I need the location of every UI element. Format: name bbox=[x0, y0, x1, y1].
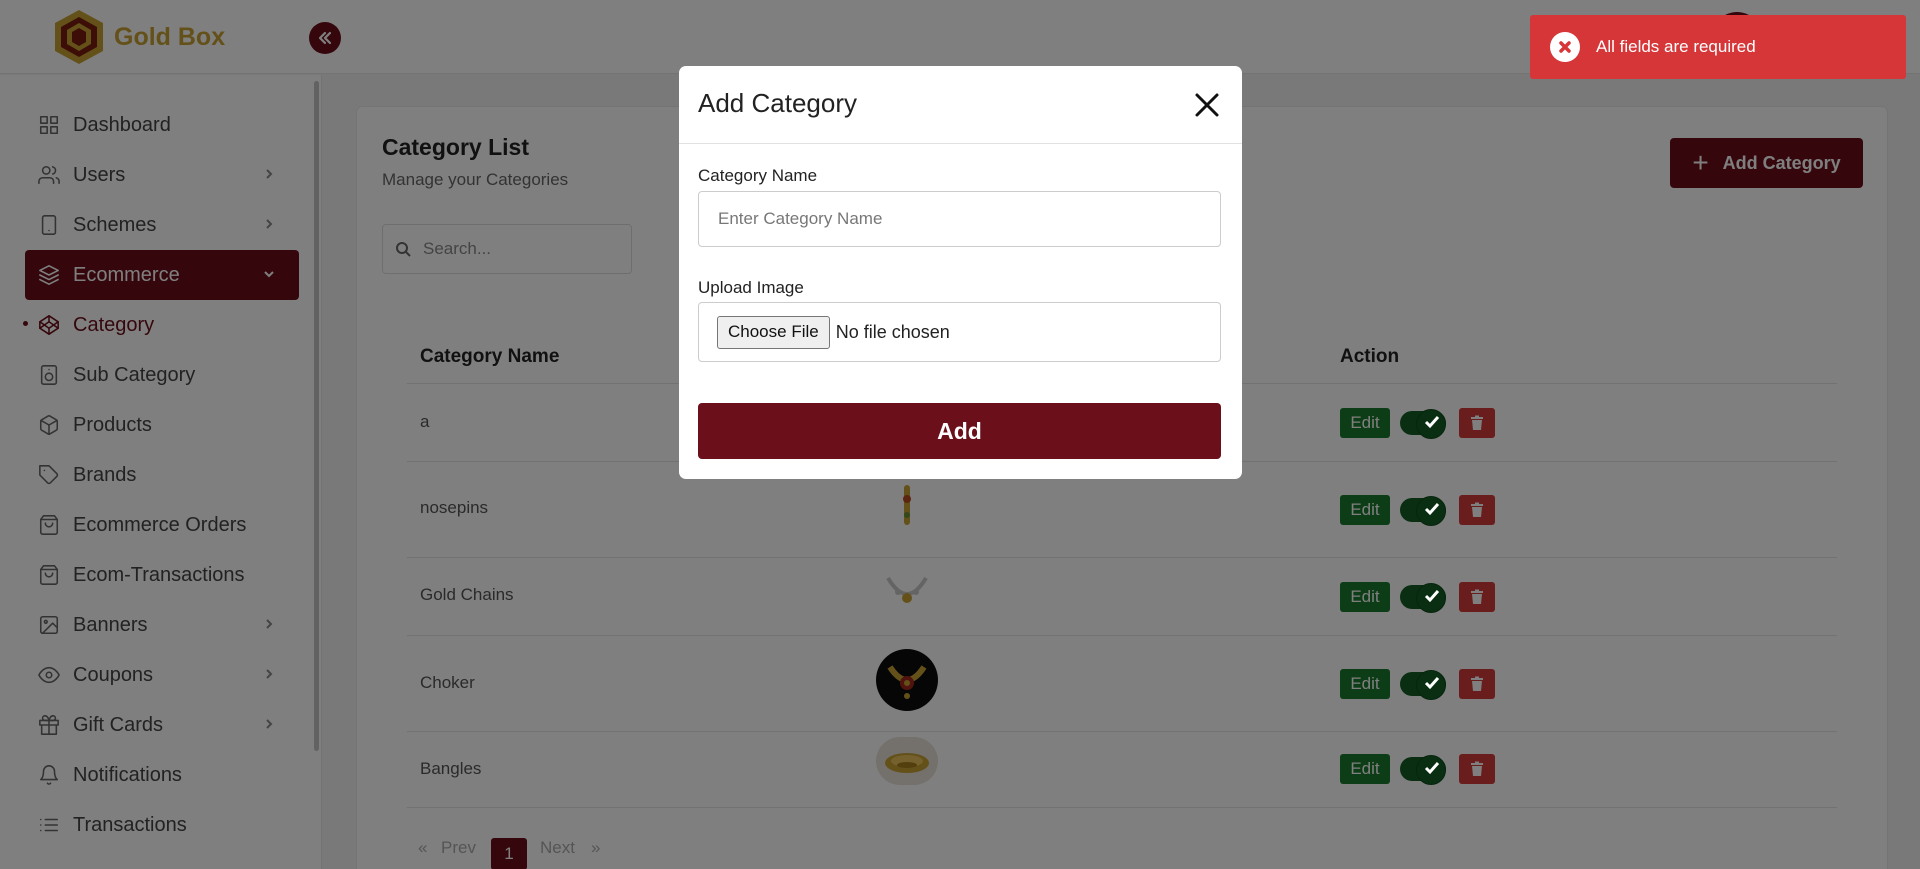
close-icon bbox=[1195, 93, 1219, 117]
category-name-input[interactable]: Enter Category Name bbox=[698, 191, 1221, 247]
add-category-modal: Add Category Category Name Enter Categor… bbox=[679, 66, 1242, 479]
close-button[interactable] bbox=[1192, 90, 1222, 120]
error-icon bbox=[1550, 32, 1580, 62]
file-status: No file chosen bbox=[835, 321, 950, 342]
category-name-label: Category Name bbox=[698, 166, 818, 185]
category-name-placeholder: Enter Category Name bbox=[718, 209, 883, 228]
add-submit-button[interactable]: Add bbox=[698, 403, 1221, 459]
check-icon bbox=[1422, 673, 1442, 693]
modal-title: Add Category bbox=[698, 88, 857, 118]
upload-image-input[interactable]: Choose File No file chosen bbox=[698, 302, 1221, 362]
choose-file-button[interactable]: Choose File bbox=[717, 315, 830, 349]
check-icon bbox=[1422, 499, 1442, 519]
toast-message: All fields are required bbox=[1596, 37, 1756, 56]
modal-header: Add Category bbox=[679, 66, 1242, 144]
check-icon bbox=[1422, 758, 1442, 778]
error-toast[interactable]: All fields are required bbox=[1530, 15, 1906, 79]
upload-image-label: Upload Image bbox=[698, 278, 804, 297]
check-icon bbox=[1422, 586, 1442, 606]
check-icon bbox=[1422, 412, 1442, 432]
